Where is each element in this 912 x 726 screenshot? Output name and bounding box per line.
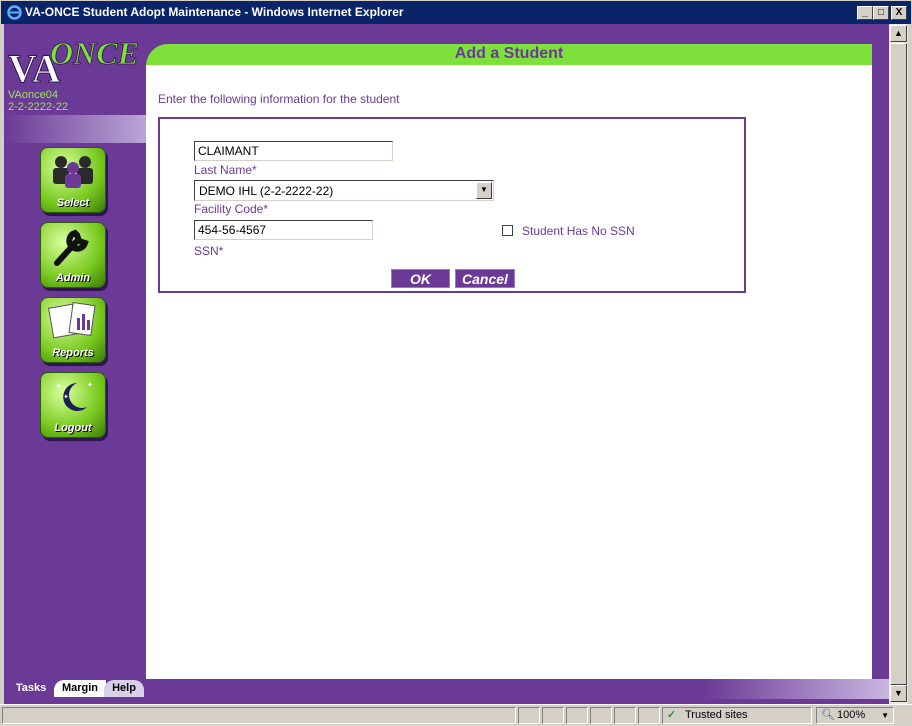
zoom-level: 100% [837, 709, 866, 721]
ok-button[interactable]: OK [391, 269, 450, 288]
status-message [2, 707, 516, 724]
va-once-logo: VA ONCE [8, 35, 140, 88]
tab-margin[interactable]: Margin [54, 680, 106, 697]
vertical-scrollbar[interactable]: ▲ ▼ [889, 24, 908, 704]
no-ssn-label: Student Has No SSN [522, 224, 635, 238]
logout-label: Logout [54, 422, 92, 434]
moon-icon: ✦✦✦ [55, 381, 93, 411]
user-name: VAonce04 [8, 89, 58, 101]
status-cell [638, 707, 660, 724]
status-cell [542, 707, 564, 724]
security-zone[interactable]: ✓ Trusted sites [662, 707, 812, 724]
ssn-input[interactable]: 454-56-4567 [194, 220, 373, 240]
security-zone-label: Trusted sites [685, 709, 748, 721]
content-footer-bar [146, 679, 889, 699]
maximize-button[interactable]: □ [873, 6, 889, 20]
facility-code-select[interactable]: DEMO IHL (2-2-2222-22) ▼ [194, 180, 494, 201]
sidebar-tabs: Tasks Margin Help [4, 680, 146, 699]
window-title: VA-ONCE Student Adopt Maintenance - Wind… [25, 5, 404, 19]
scroll-up-arrow[interactable]: ▲ [890, 25, 907, 42]
facility-code-label: Facility Code* [194, 202, 269, 216]
page-header: Add a Student [146, 44, 872, 65]
internet-explorer-icon [7, 5, 22, 20]
cancel-button[interactable]: Cancel [455, 269, 515, 288]
facility-id: 2-2-2222-22 [8, 101, 68, 113]
scroll-down-arrow[interactable]: ▼ [890, 685, 907, 702]
logout-button[interactable]: ✦ ✦ ✦ Logout [40, 372, 106, 438]
ssn-label: SSN* [194, 244, 224, 258]
no-ssn-checkbox[interactable] [502, 225, 513, 236]
user-info: VAonce04 2-2-2222-22 [8, 89, 68, 113]
people-icon [53, 156, 93, 188]
zoom-icon: 🔍︎ [821, 709, 835, 721]
tab-help[interactable]: Help [104, 680, 144, 697]
status-bar: ✓ Trusted sites 🔍︎ 100% ▼ [0, 704, 912, 726]
select-label: Select [56, 197, 90, 209]
svg-text:✦: ✦ [63, 393, 69, 401]
window-title-bar[interactable]: VA-ONCE Student Adopt Maintenance - Wind… [0, 0, 912, 24]
browser-frame: VA ONCE VAonce04 2-2-2222-22 Select Admi… [0, 24, 912, 704]
status-cell [566, 707, 588, 724]
scroll-thumb[interactable] [890, 43, 907, 685]
select-button[interactable]: Select [40, 147, 106, 213]
admin-label: Admin [55, 272, 91, 284]
admin-button[interactable]: Admin [40, 222, 106, 288]
svg-text:✦: ✦ [55, 381, 63, 391]
svg-text:✦: ✦ [87, 381, 93, 389]
status-cell [518, 707, 540, 724]
page-title: Add a Student [454, 45, 564, 62]
page-viewport: VA ONCE VAonce04 2-2-2222-22 Select Admi… [4, 24, 889, 704]
chevron-down-icon[interactable]: ▼ [476, 182, 492, 199]
chevron-down-icon[interactable]: ▼ [881, 708, 889, 723]
tab-tasks[interactable]: Tasks [8, 680, 54, 697]
main-content: Enter the following information for the … [146, 65, 872, 679]
sidebar-divider [4, 115, 146, 143]
logo-once-text: ONCE [50, 35, 139, 71]
reports-icon [47, 302, 96, 339]
reports-label: Reports [52, 347, 94, 359]
add-student-form: CLAIMANT Last Name* DEMO IHL (2-2-2222-2… [158, 117, 746, 293]
last-name-input[interactable]: CLAIMANT [194, 141, 393, 161]
zoom-control[interactable]: 🔍︎ 100% ▼ [816, 707, 894, 724]
wrench-icon [54, 229, 89, 266]
minimize-button[interactable]: _ [857, 6, 873, 20]
facility-code-value: DEMO IHL (2-2-2222-22) [199, 184, 334, 198]
reports-button[interactable]: Reports [40, 297, 106, 363]
checkmark-icon: ✓ [667, 709, 677, 721]
last-name-label: Last Name* [194, 163, 257, 177]
status-cell [590, 707, 612, 724]
close-button[interactable]: X [891, 6, 907, 20]
status-cell [614, 707, 636, 724]
form-instructions: Enter the following information for the … [158, 92, 400, 106]
